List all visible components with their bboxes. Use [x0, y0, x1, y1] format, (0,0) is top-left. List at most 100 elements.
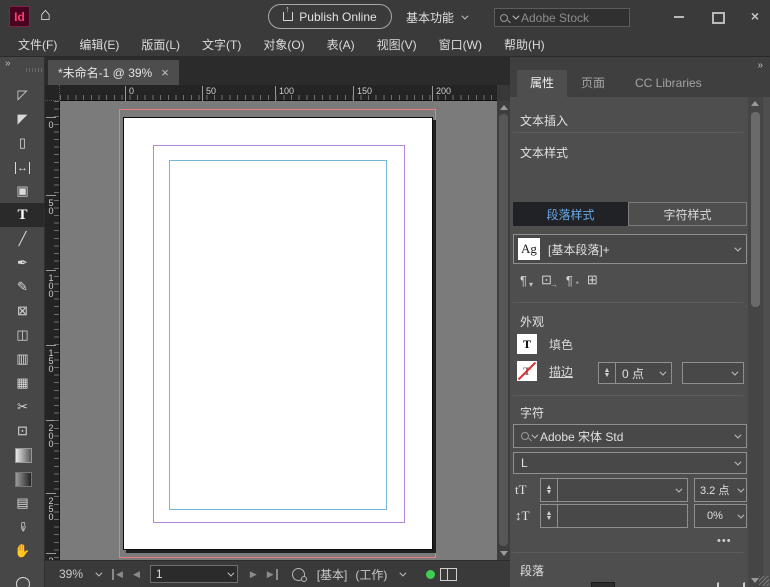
align-left-button[interactable] — [513, 582, 537, 587]
font-size-combo[interactable]: ▲▼ — [540, 478, 688, 502]
kerning-combo[interactable]: ▲▼ — [540, 504, 688, 528]
publish-online-button[interactable]: Publish Online — [268, 4, 392, 29]
stepper-arrows-icon[interactable]: ▲▼ — [541, 505, 558, 527]
workspace-switcher[interactable]: 基本功能 — [406, 6, 466, 28]
tab-cc-libraries[interactable]: CC Libraries — [622, 70, 715, 97]
menu-item[interactable]: 帮助(H) — [494, 33, 555, 56]
panel-scrollbar[interactable] — [748, 97, 763, 587]
scroll-down-icon[interactable] — [751, 578, 759, 583]
spread-view-icon[interactable] — [440, 568, 456, 580]
line-tool[interactable]: ╱ — [0, 227, 45, 251]
menu-item[interactable]: 编辑(E) — [69, 33, 129, 56]
stepper-arrows-icon[interactable]: ▲▼ — [541, 479, 558, 501]
collapse-panel-icon[interactable]: » — [757, 60, 762, 71]
scroll-down-icon[interactable] — [500, 551, 508, 556]
align-towards-spine-button[interactable] — [695, 582, 719, 587]
horizontal-grid-tool[interactable]: ◫ — [0, 323, 45, 347]
menu-item[interactable]: 窗口(W) — [429, 33, 492, 56]
content-collector-tool[interactable]: ▣ — [0, 179, 45, 203]
home-icon[interactable]: ⌂ — [40, 4, 51, 25]
clear-overrides-button[interactable]: ¶* — [566, 272, 573, 288]
stroke-type-dropdown[interactable] — [682, 362, 744, 384]
fill-swatch[interactable]: T — [517, 334, 537, 354]
tracking-combo[interactable]: 0% — [694, 504, 747, 528]
stroke-weight-stepper[interactable]: ▲▼ 0 点 — [598, 362, 672, 384]
rectangle-frame-tool[interactable]: ⊠ — [0, 299, 45, 323]
fill-label[interactable]: 填色 — [549, 336, 573, 353]
zoom-level[interactable]: 39% — [59, 567, 83, 581]
justify-last-left-button[interactable] — [591, 582, 615, 587]
page-dropdown-icon[interactable] — [227, 569, 234, 576]
next-page-button[interactable]: ▶ — [250, 569, 257, 580]
resize-grip[interactable] — [759, 576, 769, 586]
document-canvas[interactable] — [60, 101, 497, 560]
close-button[interactable]: × — [748, 9, 762, 23]
menu-item[interactable]: 文件(F) — [8, 33, 67, 56]
ruler-origin-box[interactable] — [45, 85, 60, 101]
canvas-vertical-scrollbar[interactable] — [497, 101, 510, 560]
stroke-label[interactable]: 描边 — [549, 363, 573, 380]
type-tool[interactable]: T — [0, 203, 45, 227]
eyedropper-tool[interactable]: ✑ — [0, 515, 45, 539]
scroll-up-icon[interactable] — [751, 101, 759, 106]
scroll-up-icon[interactable] — [500, 105, 508, 110]
menu-item[interactable]: 版面(L) — [131, 33, 190, 56]
align-away-from-spine-button[interactable] — [721, 582, 745, 587]
zoom-dropdown-icon[interactable] — [95, 569, 102, 576]
scrollbar-thumb[interactable] — [751, 112, 760, 307]
menu-item[interactable]: 表(A) — [317, 33, 365, 56]
font-family-dropdown[interactable]: Adobe 宋体 Std — [513, 424, 747, 448]
expand-tools-icon[interactable]: » — [5, 58, 10, 69]
justify-all-button[interactable] — [669, 582, 693, 587]
stepper-arrows-icon[interactable]: ▲▼ — [599, 363, 616, 383]
leading-combo[interactable]: 3.2 点 — [694, 478, 747, 502]
close-tab-icon[interactable]: × — [161, 65, 169, 80]
tab-properties[interactable]: 属性 — [517, 70, 567, 97]
direct-selection-tool[interactable]: ◤ — [0, 107, 45, 131]
vertical-ruler[interactable]: 050100150200250300 — [45, 101, 60, 560]
justify-last-right-button[interactable] — [643, 582, 667, 587]
preflight-icon[interactable] — [292, 568, 305, 581]
note-tool[interactable]: ▤ — [0, 491, 45, 515]
scissors-tool[interactable]: ✂ — [0, 395, 45, 419]
justify-last-center-button[interactable] — [617, 582, 641, 587]
page-number-input[interactable]: 1 — [150, 565, 238, 583]
tab-pages[interactable]: 页面 — [568, 70, 618, 97]
gradient-swatch-tool[interactable] — [0, 443, 45, 467]
adobe-stock-search-input[interactable]: Adobe Stock — [494, 8, 630, 27]
zoom-tool[interactable] — [0, 563, 45, 587]
paragraph-marks-button[interactable]: ¶▾ — [520, 272, 527, 288]
gap-tool[interactable]: ↔ — [0, 155, 45, 179]
last-page-button[interactable]: ▶ — [267, 569, 278, 580]
horizontal-ruler[interactable]: 050100150200 — [60, 85, 497, 101]
pen-tool[interactable]: ✒ — [0, 251, 45, 275]
maximize-button[interactable] — [710, 9, 724, 23]
menu-item[interactable]: 对象(O) — [253, 33, 314, 56]
stroke-swatch[interactable]: T — [517, 361, 537, 381]
align-right-button[interactable] — [565, 582, 589, 587]
apply-style-button[interactable]: ⊡→ — [541, 272, 552, 288]
minimize-button[interactable] — [672, 9, 686, 23]
hand-tool[interactable]: ✋ — [0, 539, 45, 563]
align-center-button[interactable] — [539, 582, 563, 587]
text-frame[interactable] — [169, 160, 387, 510]
vertical-grid-tool[interactable]: ▥ — [0, 347, 45, 371]
scrollbar-thumb[interactable] — [499, 114, 508, 546]
paragraph-styles-tab[interactable]: 段落样式 — [513, 202, 628, 226]
menu-item[interactable]: 视图(V) — [367, 33, 427, 56]
font-style-dropdown[interactable]: L — [513, 452, 747, 474]
page-tool[interactable]: ▯ — [0, 131, 45, 155]
selection-tool[interactable]: ◸ — [0, 83, 45, 107]
previous-page-button[interactable]: ◀ — [133, 569, 140, 580]
gradient-feather-tool[interactable] — [0, 467, 45, 491]
free-transform-tool[interactable]: ⊡ — [0, 419, 45, 443]
pencil-tool[interactable]: ✎ — [0, 275, 45, 299]
table-grid-tool[interactable]: ▦ — [0, 371, 45, 395]
preflight-menu-icon[interactable] — [400, 569, 407, 576]
page[interactable] — [123, 117, 433, 550]
tools-drag-grip[interactable] — [26, 68, 43, 72]
character-styles-tab[interactable]: 字符样式 — [628, 202, 747, 226]
menu-item[interactable]: 文字(T) — [192, 33, 251, 56]
document-tab[interactable]: *未命名-1 @ 39% × — [48, 60, 179, 85]
paragraph-style-dropdown[interactable]: Ag [基本段落]+ — [513, 234, 747, 264]
